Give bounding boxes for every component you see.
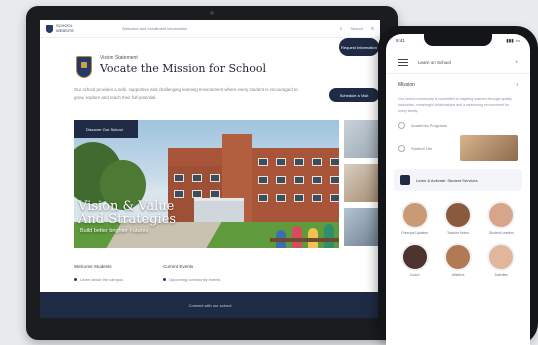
student-life-row[interactable]: Student Life <box>386 129 530 161</box>
hamburger-menu-icon[interactable] <box>398 57 408 68</box>
site-title: Vocate the Mission for School <box>100 62 266 75</box>
hero-heading: Vision & Value And Strategies <box>78 200 176 226</box>
avatar <box>487 243 516 271</box>
phone-mockup: 9:41 ▮▮▮ ▭ Learn on School ◔ Mission › O… <box>378 26 538 345</box>
col-link[interactable]: Upcoming community events <box>163 277 221 282</box>
programs-row[interactable]: Academic Programs <box>386 114 530 129</box>
window-row-3 <box>258 194 339 202</box>
student <box>324 224 334 248</box>
header-small-title: Vision Statement <box>100 55 138 61</box>
school-crest-logo <box>76 56 92 78</box>
hero-heading-line-2: And Strategies <box>78 212 177 227</box>
request-info-button[interactable]: Request Information <box>339 38 379 56</box>
laptop-mockup: SCHOOL WEBSITE Welcome and enrollment in… <box>26 6 398 340</box>
avatar <box>443 243 472 271</box>
desk <box>270 238 339 242</box>
side-thumbnails <box>344 120 380 252</box>
menu-icon[interactable]: ≡ <box>371 26 374 32</box>
feature-row[interactable]: Learn & Activate: Student Services <box>394 169 522 191</box>
wing-windows-1 <box>174 174 220 182</box>
wing-windows-2 <box>174 190 220 198</box>
site-footer: Connect with our school <box>40 292 380 318</box>
lower-columns: Welcome Students Learn about the campus … <box>74 264 221 282</box>
lower-col-2: Current Events Upcoming community events <box>163 264 221 282</box>
bullet-icon <box>74 278 77 281</box>
students-group <box>270 208 338 248</box>
hero-image: Discover Our School Vision & Value And S… <box>74 120 339 248</box>
laptop-screen: SCHOOL WEBSITE Welcome and enrollment in… <box>40 20 380 318</box>
camera <box>210 11 214 15</box>
status-time: 9:41 <box>396 38 405 43</box>
intro-paragraph: Our school provides a safe, supportive a… <box>74 87 298 100</box>
shield-icon <box>400 175 410 185</box>
col-title: Welcome Students <box>74 264 112 269</box>
avatar <box>443 201 472 229</box>
col-link-text: Upcoming community events <box>169 277 221 282</box>
bell-icon[interactable]: ◔ <box>514 60 518 66</box>
search-icon[interactable]: ⌕ <box>340 26 343 32</box>
book-icon <box>398 122 405 129</box>
bullet-icon <box>163 278 167 281</box>
window-row-1 <box>258 158 339 166</box>
thumbnail-2[interactable] <box>344 164 380 202</box>
school-entrance <box>194 198 244 222</box>
hero-label[interactable]: Discover Our School <box>74 120 138 138</box>
avatar-card[interactable]: Athletics <box>439 243 476 277</box>
avatar-name: Principal Updates <box>401 231 428 235</box>
avatar-card[interactable]: Principal Updates <box>396 201 433 235</box>
battery-icon: ▭ <box>515 38 520 43</box>
nav-right: ⌕ Search ≡ <box>340 26 374 32</box>
avatar-card[interactable]: Coach <box>396 243 433 277</box>
school-crest-icon <box>46 24 53 33</box>
avatar-card[interactable]: Activities <box>483 243 520 277</box>
schedule-visit-button[interactable]: Schedule a Visit <box>329 88 379 102</box>
signal-icon: ▮▮▮ <box>506 38 514 43</box>
avatar-name: Student Leaders <box>488 231 514 235</box>
brand[interactable]: SCHOOL WEBSITE <box>46 23 80 33</box>
mission-title: Mission <box>398 82 415 88</box>
phone-notch <box>424 34 492 46</box>
nav-search-link[interactable]: Search <box>350 26 363 31</box>
nav-text[interactable]: Welcome and enrollment information <box>88 26 332 31</box>
avatar-card[interactable]: Student Leaders <box>483 201 520 235</box>
feature-label: Learn & Activate: Student Services <box>416 177 478 183</box>
student <box>292 226 302 248</box>
phone-screen: 9:41 ▮▮▮ ▭ Learn on School ◔ Mission › O… <box>386 34 530 345</box>
thumbnail-1[interactable] <box>344 120 380 158</box>
avatar-name: Coach <box>409 273 420 277</box>
window-row-2 <box>258 176 339 184</box>
col-title: Current Events <box>163 264 194 269</box>
brand-text: SCHOOL WEBSITE <box>56 23 75 33</box>
avatar-card[interactable]: Teacher Notes <box>439 201 476 235</box>
avatar-grid: Principal Updates Teacher Notes Student Le… <box>386 191 530 277</box>
status-icons: ▮▮▮ ▭ <box>506 38 520 52</box>
mission-title-row[interactable]: Mission › <box>398 82 518 88</box>
col-link[interactable]: Learn about the campus <box>74 277 123 282</box>
thumbnail-3[interactable] <box>344 208 380 246</box>
programs-label: Academic Programs <box>411 123 448 128</box>
top-navigation: SCHOOL WEBSITE Welcome and enrollment in… <box>40 20 380 38</box>
people-icon <box>398 144 405 152</box>
phone-header: Learn on School ◔ <box>386 52 530 74</box>
avatar-name: Athletics <box>451 273 465 277</box>
student-life-label: Student Life <box>411 145 433 151</box>
avatar <box>400 201 429 229</box>
lower-col-1: Welcome Students Learn about the campus <box>74 264 123 282</box>
avatar <box>487 201 516 229</box>
avatar-name: Activities <box>494 273 509 277</box>
phone-title: Learn on School <box>418 60 451 65</box>
avatar-name: Teacher Notes <box>447 231 469 235</box>
avatar <box>400 243 429 271</box>
mission-text: Our school community is committed to ins… <box>398 97 512 113</box>
col-link-text: Learn about the campus <box>80 277 124 282</box>
hero-subtitle: Build better brighter Futures <box>80 228 149 234</box>
chevron-right-icon: › <box>516 82 518 88</box>
student-life-image <box>460 135 518 161</box>
mission-section: Mission › Our school community is commit… <box>386 74 530 114</box>
